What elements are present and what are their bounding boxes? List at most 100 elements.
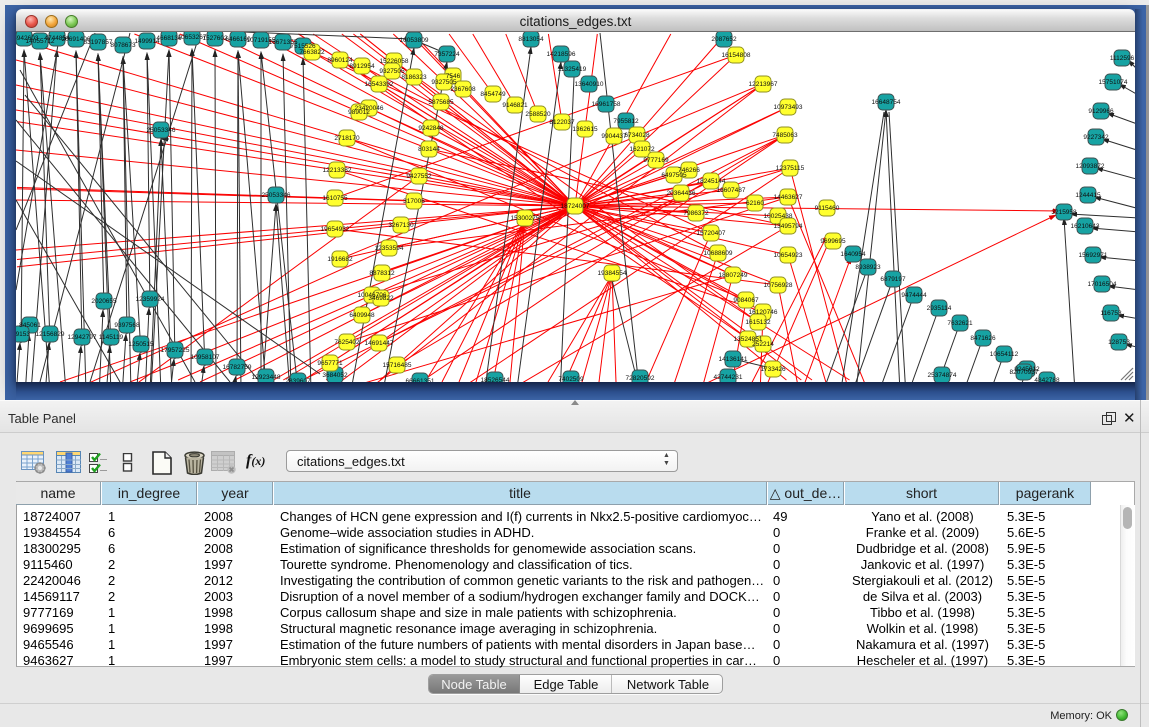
svg-text:317006: 317006 <box>403 198 425 205</box>
svg-text:16053809: 16053809 <box>400 37 429 44</box>
svg-text:2935114: 2935114 <box>927 305 952 312</box>
svg-text:1621072: 1621072 <box>629 146 655 153</box>
svg-text:62160: 62160 <box>746 200 764 207</box>
svg-text:2718170: 2718170 <box>334 135 360 142</box>
svg-text:8078673: 8078673 <box>110 42 136 49</box>
svg-text:14691447: 14691447 <box>365 340 394 347</box>
svg-text:8122037: 8122037 <box>549 119 575 126</box>
svg-text:8186323: 8186323 <box>401 74 427 81</box>
svg-text:13640910: 13640910 <box>575 81 604 88</box>
svg-text:9427552: 9427552 <box>406 173 432 180</box>
svg-text:7357224: 7357224 <box>434 51 460 58</box>
svg-text:19384554: 19384554 <box>598 270 627 277</box>
svg-text:9146821: 9146821 <box>502 102 528 109</box>
svg-text:1244415: 1244415 <box>1075 192 1101 199</box>
svg-text:845061: 845061 <box>19 322 41 329</box>
svg-text:2020655: 2020655 <box>91 298 117 305</box>
svg-text:20364436: 20364436 <box>667 190 696 197</box>
svg-text:8878312: 8878312 <box>369 270 395 277</box>
svg-text:2588520: 2588520 <box>525 111 551 118</box>
svg-text:9327505: 9327505 <box>431 79 457 86</box>
svg-text:3267130: 3267130 <box>388 222 414 229</box>
svg-text:10688609: 10688609 <box>704 250 733 257</box>
svg-text:1615132: 1615132 <box>745 319 771 326</box>
svg-text:10756928: 10756928 <box>764 282 793 289</box>
svg-text:6734028: 6734028 <box>624 132 650 139</box>
svg-text:18724007: 18724007 <box>561 203 590 210</box>
svg-text:17016504: 17016504 <box>1088 281 1117 288</box>
svg-text:72820592: 72820592 <box>626 375 655 382</box>
svg-text:128753: 128753 <box>1108 339 1130 346</box>
svg-text:12375115: 12375115 <box>776 165 805 172</box>
svg-text:12942797: 12942797 <box>68 334 97 341</box>
svg-text:12359924: 12359924 <box>136 296 165 303</box>
svg-text:14463627: 14463627 <box>774 194 803 201</box>
svg-text:1527602: 1527602 <box>202 35 228 42</box>
svg-text:12923448: 12923448 <box>252 374 281 381</box>
svg-text:16543392: 16543392 <box>365 81 394 88</box>
svg-text:18245144: 18245144 <box>697 178 726 185</box>
svg-text:2367608: 2367608 <box>450 86 476 93</box>
svg-text:16648754: 16648754 <box>872 99 901 106</box>
svg-text:16210643: 16210643 <box>1071 223 1100 230</box>
svg-text:83197857: 83197857 <box>84 39 113 46</box>
svg-text:3215958: 3215958 <box>1051 209 1077 216</box>
svg-text:1250515: 1250515 <box>128 341 154 348</box>
svg-text:8912954: 8912954 <box>349 63 375 70</box>
svg-text:7955812: 7955812 <box>613 118 639 125</box>
svg-text:11325419: 11325419 <box>558 66 587 73</box>
svg-text:16607487: 16607487 <box>717 187 746 194</box>
svg-text:16154808: 16154808 <box>722 52 751 59</box>
svg-text:66661351: 66661351 <box>406 378 435 382</box>
svg-text:10654112: 10654112 <box>990 351 1019 358</box>
svg-text:1733426: 1733426 <box>760 366 786 373</box>
svg-text:82070937: 82070937 <box>1010 369 1039 376</box>
svg-text:8471626: 8471626 <box>970 335 996 342</box>
svg-text:18526544: 18526544 <box>481 377 510 382</box>
svg-text:9474444: 9474444 <box>901 292 927 299</box>
svg-text:5875685: 5875685 <box>428 99 454 106</box>
svg-text:7485063: 7485063 <box>772 132 798 139</box>
svg-text:12213967: 12213967 <box>749 81 778 88</box>
svg-text:746266: 746266 <box>678 167 700 174</box>
svg-text:25053346: 25053346 <box>147 127 176 134</box>
svg-text:1916682: 1916682 <box>327 256 353 263</box>
svg-text:16961758: 16961758 <box>592 101 621 108</box>
svg-text:8813054: 8813054 <box>518 36 544 43</box>
svg-text:39153: 39153 <box>16 331 30 338</box>
svg-text:7663822: 7663822 <box>299 49 325 56</box>
svg-text:13495794: 13495794 <box>774 223 803 230</box>
svg-text:9657771: 9657771 <box>317 360 343 367</box>
svg-text:15720407: 15720407 <box>697 230 726 237</box>
svg-text:10025438: 10025438 <box>764 213 793 220</box>
svg-text:1112596: 1112596 <box>1110 55 1135 62</box>
svg-text:9242848: 9242848 <box>418 125 444 132</box>
svg-text:12156829: 12156829 <box>36 331 65 338</box>
svg-text:18807249: 18807249 <box>719 272 748 279</box>
svg-text:43744231: 43744231 <box>714 374 743 381</box>
svg-text:16782759: 16782759 <box>223 364 252 371</box>
svg-text:9699695: 9699695 <box>820 238 846 245</box>
svg-text:1610755: 1610755 <box>322 195 348 202</box>
svg-text:2087652: 2087652 <box>711 36 737 43</box>
svg-text:12353594: 12353594 <box>375 245 404 252</box>
svg-text:7986372: 7986372 <box>683 210 709 217</box>
svg-text:14218596: 14218596 <box>547 51 576 58</box>
svg-text:17957225: 17957225 <box>161 347 190 354</box>
svg-text:9129966: 9129966 <box>1088 108 1114 115</box>
svg-text:3469822: 3469822 <box>368 295 394 302</box>
svg-text:10654923: 10654923 <box>774 252 803 259</box>
svg-text:9397568: 9397568 <box>114 322 140 329</box>
svg-text:9227342: 9227342 <box>1083 134 1109 141</box>
svg-text:116753: 116753 <box>1100 310 1122 317</box>
svg-text:7632621: 7632621 <box>947 320 973 327</box>
svg-text:6879197: 6879197 <box>880 276 906 283</box>
svg-text:1640954: 1640954 <box>840 251 866 258</box>
svg-text:15300275: 15300275 <box>511 215 540 222</box>
svg-text:7625402: 7625402 <box>334 339 360 346</box>
svg-text:1145119: 1145119 <box>99 334 124 341</box>
svg-text:12213382: 12213382 <box>323 167 352 174</box>
svg-text:14136141: 14136141 <box>719 356 748 363</box>
svg-text:15751074: 15751074 <box>1099 79 1128 86</box>
svg-text:803144: 803144 <box>418 146 440 153</box>
